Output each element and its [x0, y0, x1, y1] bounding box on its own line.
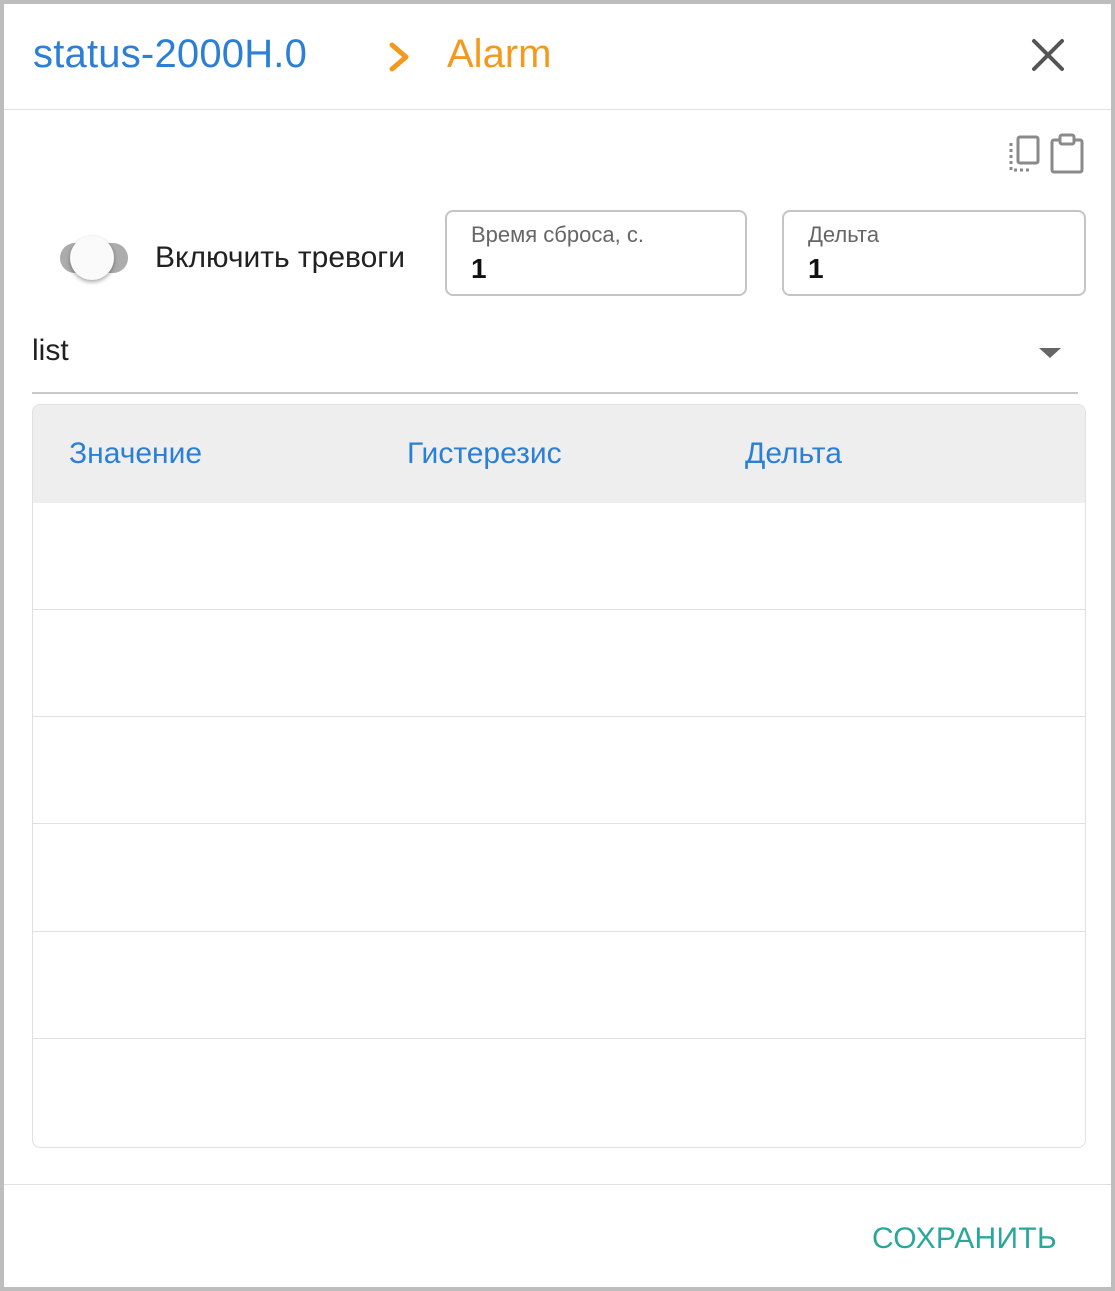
table-row[interactable]	[33, 932, 1085, 1039]
column-header-value[interactable]: Значение	[69, 436, 202, 472]
dialog-header: status-2000H.0 Alarm	[4, 4, 1111, 110]
table-row[interactable]	[33, 1040, 1085, 1147]
thresholds-table: Значение Гистерезис Дельта	[32, 404, 1086, 1148]
reset-time-field[interactable]: Время сброса, с. 1	[445, 210, 747, 296]
chevron-right-icon	[389, 42, 409, 72]
delta-label: Дельта	[808, 222, 880, 247]
delta-field[interactable]: Дельта 1	[782, 210, 1086, 296]
save-button[interactable]: СОХРАНИТЬ	[872, 1221, 1057, 1257]
dropdown-arrow-icon	[1039, 348, 1061, 358]
column-header-delta[interactable]: Дельта	[745, 436, 842, 472]
enable-alarms-label: Включить тревоги	[155, 241, 406, 274]
mode-select-value: list	[32, 334, 69, 367]
mode-select[interactable]: list	[32, 328, 1078, 394]
dialog-footer: СОХРАНИТЬ	[4, 1184, 1111, 1287]
reset-time-value[interactable]: 1	[471, 252, 487, 286]
clipboard-icon[interactable]	[1049, 132, 1085, 174]
reset-time-label: Время сброса, с.	[471, 222, 644, 247]
enable-alarms-toggle[interactable]	[58, 236, 130, 280]
alarm-dialog: status-2000H.0 Alarm Включить тревоги Вр…	[0, 0, 1115, 1291]
breadcrumb-current: Alarm	[447, 32, 552, 76]
close-icon[interactable]	[1028, 35, 1068, 75]
breadcrumb-root[interactable]: status-2000H.0	[33, 30, 307, 78]
toggle-thumb	[70, 236, 114, 280]
table-row[interactable]	[33, 717, 1085, 824]
delta-value[interactable]: 1	[808, 252, 824, 286]
table-row[interactable]	[33, 610, 1085, 717]
table-header: Значение Гистерезис Дельта	[33, 405, 1085, 503]
table-row[interactable]	[33, 825, 1085, 932]
copy-icon[interactable]	[1007, 134, 1043, 174]
table-row[interactable]	[33, 503, 1085, 610]
column-header-hysteresis[interactable]: Гистерезис	[407, 436, 562, 472]
